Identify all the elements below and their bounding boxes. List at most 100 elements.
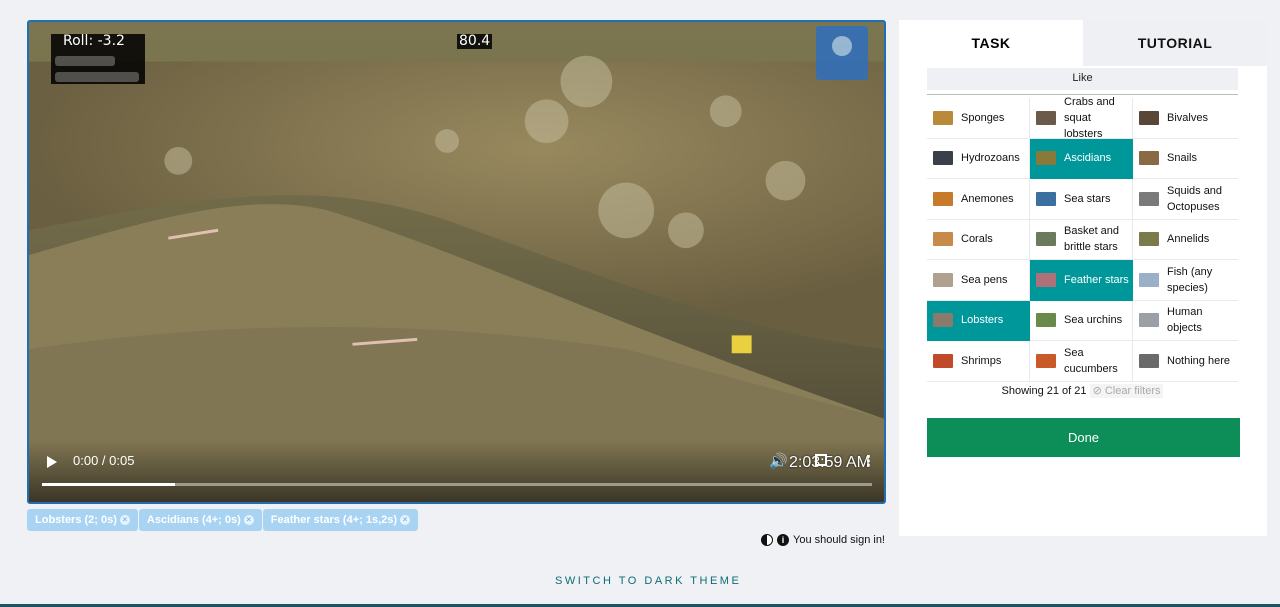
choice-label: Lobsters	[961, 314, 1004, 327]
choice-sea-pens[interactable]: Sea pens	[927, 260, 1030, 301]
seafloor-video-frame	[29, 22, 884, 502]
choice-thumbnail	[1139, 353, 1159, 368]
choice-snails[interactable]: Snails	[1133, 139, 1238, 179]
choice-thumbnail	[1139, 191, 1159, 206]
choice-label: Snails	[1167, 152, 1197, 165]
video-time: 0:00 / 0:05	[73, 453, 135, 468]
sign-in-notice: i You should sign in!	[761, 534, 885, 546]
choice-label: Sea cucumbers	[1064, 346, 1118, 375]
blurred-readout	[55, 72, 139, 82]
filter-status: Showing 21 of 21 ⊘ Clear filters	[927, 384, 1238, 398]
tag-label: Ascidians (4+; 0s)	[146, 514, 241, 526]
choice-label: Crabs and squat lobsters	[1064, 95, 1115, 140]
done-button[interactable]: Done	[927, 418, 1240, 457]
choice-thumbnail	[1139, 151, 1159, 166]
like-filter[interactable]: Like	[927, 68, 1238, 90]
clear-filters-button[interactable]: ⊘ Clear filters	[1089, 384, 1164, 398]
choice-hydrozoans[interactable]: Hydrozoans	[927, 138, 1030, 179]
choice-bivalves[interactable]: Bivalves	[1133, 98, 1238, 139]
choice-thumbnail	[1036, 110, 1056, 125]
choice-label: Shrimps	[961, 354, 1002, 367]
choice-squids-and-octopuses[interactable]: Squids and Octopuses	[1133, 179, 1238, 220]
choice-thumbnail	[1036, 272, 1056, 287]
choice-label: Corals	[961, 233, 993, 246]
annotation-tags: Lobsters (2; 0s) × Ascidians (4+; 0s) × Fe…	[27, 509, 419, 531]
choice-thumbnail	[1036, 353, 1056, 368]
choice-thumbnail	[933, 191, 953, 206]
choice-label: Hydrozoans	[961, 152, 1020, 165]
choice-basket-and-brittle-stars[interactable]: Basket and brittle stars	[1030, 219, 1133, 260]
choice-shrimps[interactable]: Shrimps	[927, 341, 1030, 382]
choice-thumbnail	[933, 151, 953, 166]
tag-feather-stars[interactable]: Feather stars (4+; 1s,2s) ×	[262, 509, 419, 531]
video-controls	[29, 440, 884, 502]
remove-icon[interactable]: ×	[119, 515, 130, 525]
showing-count: Showing 21 of 21	[1001, 385, 1087, 397]
choice-annelids[interactable]: Annelids	[1133, 220, 1238, 260]
remove-icon[interactable]: ×	[243, 515, 254, 525]
choice-thumbnail	[1036, 232, 1056, 247]
choice-label: Squids and Octopuses	[1167, 184, 1223, 213]
choice-lobsters[interactable]: Lobsters	[927, 300, 1030, 341]
choice-thumbnail	[1139, 313, 1159, 328]
tag-label: Feather stars (4+; 1s,2s)	[270, 514, 398, 526]
choice-thumbnail	[933, 272, 953, 287]
choice-label: Nothing here	[1167, 354, 1230, 367]
choice-thumbnail	[933, 353, 953, 368]
more-options-icon[interactable]: ⋮	[861, 452, 876, 470]
panel-tabs: TASK TUTORIAL	[899, 20, 1267, 66]
switch-dark-theme-link[interactable]: SWITCH TO DARK THEME	[555, 575, 741, 587]
logo-icon	[816, 26, 868, 80]
choice-label: Annelids	[1167, 233, 1210, 246]
clear-filters-label: Clear filters	[1104, 385, 1161, 397]
video-progress-fill	[42, 483, 175, 486]
choice-sponges[interactable]: Sponges	[927, 98, 1030, 139]
task-panel: TASK TUTORIAL Like Sponges Crabs and squa…	[899, 20, 1267, 536]
choice-thumbnail	[933, 313, 953, 328]
choice-label: Feather stars	[1064, 273, 1129, 286]
choice-thumbnail	[1036, 151, 1056, 166]
choice-thumbnail	[933, 110, 953, 125]
choice-sea-cucumbers[interactable]: Sea cucumbers	[1030, 341, 1133, 382]
blurred-readout	[55, 56, 115, 66]
tab-tutorial[interactable]: TUTORIAL	[1083, 20, 1267, 66]
video-timestamp: 2:03:59 AM	[789, 454, 870, 471]
fullscreen-icon[interactable]	[815, 454, 827, 466]
choice-anemones[interactable]: Anemones	[927, 179, 1030, 220]
choice-label: Sea stars	[1064, 192, 1111, 205]
choice-thumbnail	[1139, 272, 1159, 287]
choice-label: Sea pens	[961, 273, 1008, 286]
choice-thumbnail	[1036, 313, 1056, 328]
heading-readout: 80.4	[457, 33, 493, 49]
choice-ascidians[interactable]: Ascidians	[1030, 138, 1133, 179]
choice-sea-stars[interactable]: Sea stars	[1030, 179, 1133, 220]
choice-label: Anemones	[961, 192, 1014, 205]
choice-label: Human objects	[1167, 306, 1203, 335]
choice-grid: Sponges Crabs and squat lobsters Bivalves H…	[927, 96, 1238, 382]
choice-crabs-and-squat-lobsters[interactable]: Crabs and squat lobsters	[1030, 96, 1133, 140]
choice-thumbnail	[1036, 191, 1056, 206]
remove-icon[interactable]: ×	[400, 515, 411, 525]
tab-task[interactable]: TASK	[899, 20, 1083, 66]
tag-ascidians[interactable]: Ascidians (4+; 0s) ×	[138, 509, 262, 531]
info-icon[interactable]: i	[777, 534, 790, 546]
tag-lobsters[interactable]: Lobsters (2; 0s) ×	[27, 509, 138, 531]
video-player[interactable]: Roll: -3.2 80.4 0:00 / 0:05 🔊 2:03:59 AM…	[27, 20, 886, 504]
choice-label: Basket and brittle stars	[1064, 225, 1120, 254]
choice-nothing-here[interactable]: Nothing here	[1133, 341, 1238, 382]
choice-fish-any-species[interactable]: Fish (any species)	[1133, 260, 1238, 301]
choice-feather-stars[interactable]: Feather stars	[1030, 260, 1133, 301]
roll-readout: Roll: -3.2	[63, 33, 125, 49]
choice-thumbnail	[1139, 232, 1159, 247]
choice-label: Bivalves	[1167, 111, 1208, 124]
choice-thumbnail	[1139, 110, 1159, 125]
choice-sea-urchins[interactable]: Sea urchins	[1030, 300, 1133, 341]
video-progress-bar[interactable]	[42, 483, 872, 486]
choice-human-objects[interactable]: Human objects	[1133, 301, 1238, 341]
choice-label: Sea urchins	[1064, 314, 1123, 327]
volume-icon[interactable]: 🔊	[769, 452, 788, 470]
play-icon[interactable]	[47, 456, 57, 468]
choice-corals[interactable]: Corals	[927, 219, 1030, 260]
choice-label: Ascidians	[1064, 152, 1112, 165]
theme-contrast-icon[interactable]	[761, 534, 774, 546]
